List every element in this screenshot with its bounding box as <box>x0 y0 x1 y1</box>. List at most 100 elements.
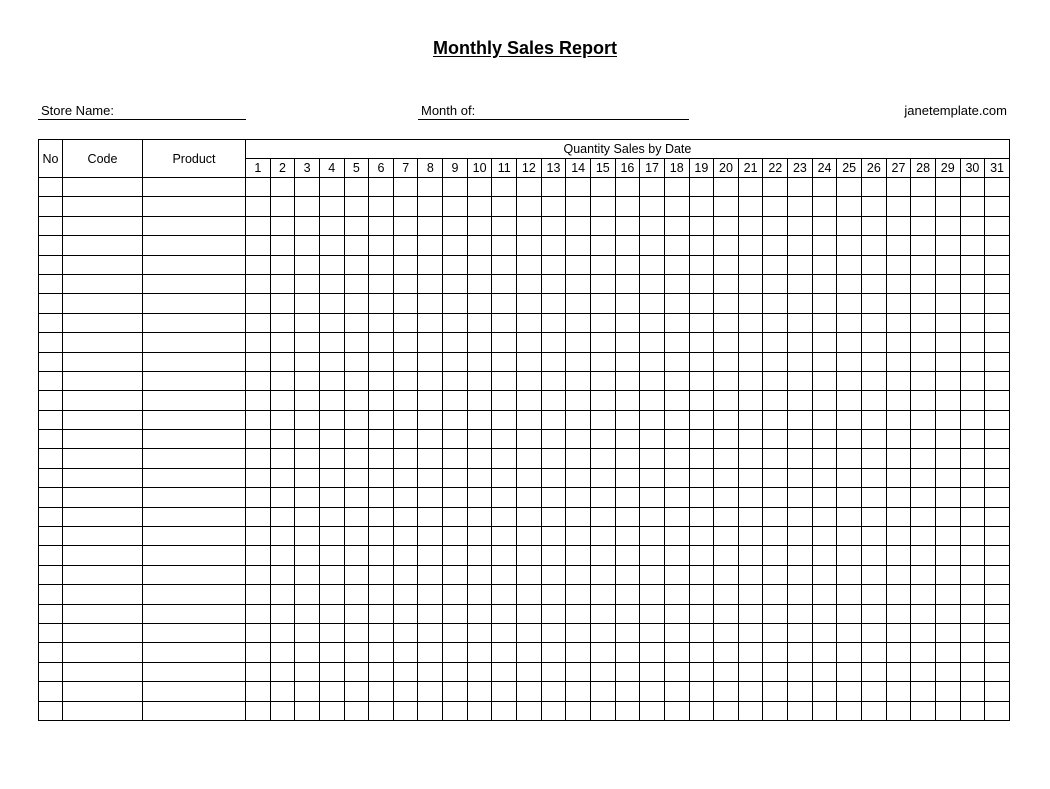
cell-day-qty[interactable] <box>663 409 690 431</box>
cell-day-qty[interactable] <box>343 332 370 353</box>
cell-day-qty[interactable] <box>442 681 468 702</box>
cell-day-qty[interactable] <box>491 467 518 489</box>
cell-day-qty[interactable] <box>516 661 542 683</box>
cell-day-qty[interactable] <box>663 584 690 605</box>
cell-day-qty[interactable] <box>663 622 690 644</box>
cell-day-qty[interactable] <box>885 254 912 275</box>
cell-day-qty[interactable] <box>269 584 296 605</box>
cell-day-qty[interactable] <box>565 215 591 237</box>
cell-day-qty[interactable] <box>565 564 591 586</box>
cell-product[interactable] <box>142 332 246 353</box>
cell-day-qty[interactable] <box>861 409 887 431</box>
cell-day-qty[interactable] <box>688 661 715 683</box>
cell-day-qty[interactable] <box>836 332 863 353</box>
cell-day-qty[interactable] <box>885 409 912 431</box>
cell-day-qty[interactable] <box>861 235 887 256</box>
cell-day-qty[interactable] <box>466 235 493 256</box>
cell-day-qty[interactable] <box>245 273 271 295</box>
cell-day-qty[interactable] <box>663 370 690 392</box>
cell-day-qty[interactable] <box>392 351 419 372</box>
cell-day-qty[interactable] <box>762 448 789 469</box>
cell-day-qty[interactable] <box>614 584 641 605</box>
cell-day-qty[interactable] <box>984 273 1010 295</box>
cell-day-qty[interactable] <box>417 254 444 275</box>
cell-day-qty[interactable] <box>984 390 1010 411</box>
cell-code[interactable] <box>62 506 143 528</box>
cell-day-qty[interactable] <box>392 215 419 237</box>
cell-day-qty[interactable] <box>269 642 296 663</box>
cell-day-qty[interactable] <box>663 526 690 547</box>
cell-day-qty[interactable] <box>565 176 591 198</box>
cell-day-qty[interactable] <box>516 370 542 392</box>
cell-day-qty[interactable] <box>368 506 394 528</box>
cell-day-qty[interactable] <box>318 526 345 547</box>
cell-day-qty[interactable] <box>245 332 271 353</box>
cell-day-qty[interactable] <box>269 293 296 314</box>
cell-day-qty[interactable] <box>959 254 986 275</box>
cell-day-qty[interactable] <box>934 526 961 547</box>
cell-day-qty[interactable] <box>368 176 394 198</box>
cell-day-qty[interactable] <box>910 564 936 586</box>
cell-day-qty[interactable] <box>836 429 863 450</box>
cell-day-qty[interactable] <box>639 293 665 314</box>
cell-day-qty[interactable] <box>540 370 567 392</box>
cell-day-qty[interactable] <box>392 196 419 217</box>
cell-day-qty[interactable] <box>417 603 444 624</box>
cell-day-qty[interactable] <box>737 526 764 547</box>
cell-day-qty[interactable] <box>885 370 912 392</box>
cell-day-qty[interactable] <box>663 390 690 411</box>
cell-day-qty[interactable] <box>885 467 912 489</box>
cell-code[interactable] <box>62 467 143 489</box>
cell-code[interactable] <box>62 196 143 217</box>
cell-day-qty[interactable] <box>910 215 936 237</box>
cell-day-qty[interactable] <box>392 448 419 469</box>
cell-day-qty[interactable] <box>565 661 591 683</box>
cell-day-qty[interactable] <box>294 506 320 528</box>
cell-day-qty[interactable] <box>861 526 887 547</box>
cell-day-qty[interactable] <box>294 584 320 605</box>
cell-day-qty[interactable] <box>294 545 320 566</box>
cell-day-qty[interactable] <box>589 273 616 295</box>
cell-day-qty[interactable] <box>688 429 715 450</box>
cell-product[interactable] <box>142 681 246 702</box>
cell-day-qty[interactable] <box>343 312 370 334</box>
cell-day-qty[interactable] <box>392 681 419 702</box>
cell-day-qty[interactable] <box>392 661 419 683</box>
cell-day-qty[interactable] <box>959 487 986 508</box>
cell-day-qty[interactable] <box>343 254 370 275</box>
cell-day-qty[interactable] <box>540 254 567 275</box>
cell-day-qty[interactable] <box>737 429 764 450</box>
cell-day-qty[interactable] <box>516 429 542 450</box>
cell-day-qty[interactable] <box>245 370 271 392</box>
cell-day-qty[interactable] <box>614 312 641 334</box>
cell-day-qty[interactable] <box>343 642 370 663</box>
cell-day-qty[interactable] <box>343 545 370 566</box>
cell-day-qty[interactable] <box>934 448 961 469</box>
cell-day-qty[interactable] <box>762 584 789 605</box>
cell-day-qty[interactable] <box>540 235 567 256</box>
cell-day-qty[interactable] <box>245 429 271 450</box>
cell-day-qty[interactable] <box>318 351 345 372</box>
cell-day-qty[interactable] <box>589 215 616 237</box>
cell-day-qty[interactable] <box>984 603 1010 624</box>
cell-day-qty[interactable] <box>294 390 320 411</box>
cell-day-qty[interactable] <box>639 448 665 469</box>
cell-day-qty[interactable] <box>417 390 444 411</box>
cell-day-qty[interactable] <box>787 351 813 372</box>
cell-day-qty[interactable] <box>368 467 394 489</box>
cell-day-qty[interactable] <box>540 273 567 295</box>
cell-day-qty[interactable] <box>959 642 986 663</box>
cell-day-qty[interactable] <box>368 642 394 663</box>
cell-day-qty[interactable] <box>737 235 764 256</box>
cell-day-qty[interactable] <box>910 642 936 663</box>
cell-day-qty[interactable] <box>762 526 789 547</box>
cell-day-qty[interactable] <box>836 176 863 198</box>
cell-day-qty[interactable] <box>688 700 715 721</box>
cell-day-qty[interactable] <box>688 603 715 624</box>
cell-day-qty[interactable] <box>245 254 271 275</box>
cell-day-qty[interactable] <box>245 176 271 198</box>
cell-day-qty[interactable] <box>540 215 567 237</box>
cell-day-qty[interactable] <box>269 351 296 372</box>
cell-day-qty[interactable] <box>639 642 665 663</box>
cell-day-qty[interactable] <box>540 409 567 431</box>
